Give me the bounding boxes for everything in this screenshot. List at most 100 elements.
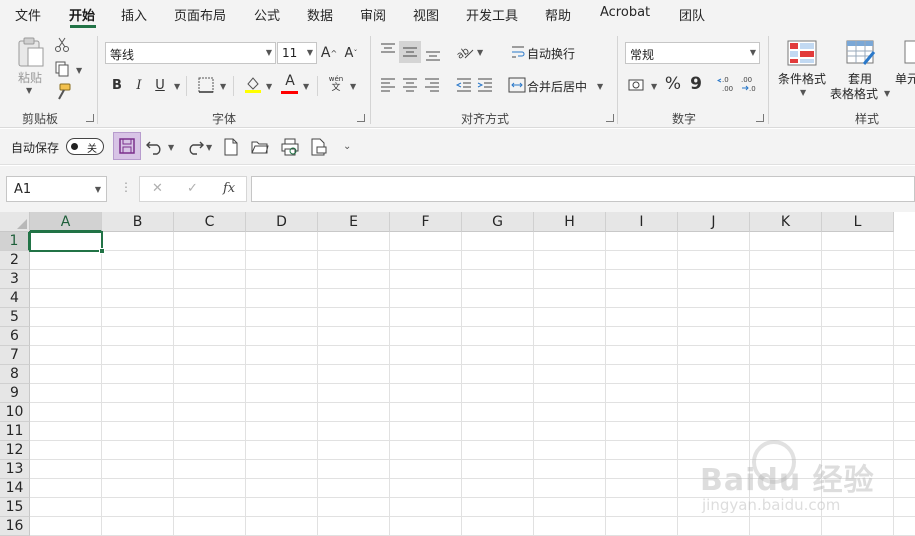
column-header-i[interactable]: I bbox=[606, 212, 678, 232]
font-color-icon[interactable]: A bbox=[281, 72, 299, 90]
font-size-select[interactable]: 11 ▼ bbox=[277, 42, 317, 64]
comma-style-button[interactable]: 9 bbox=[688, 74, 704, 94]
merge-dropdown-icon[interactable]: ▼ bbox=[597, 82, 603, 91]
enter-icon[interactable]: ✓ bbox=[187, 181, 198, 196]
font-color-dropdown-icon[interactable]: ▼ bbox=[303, 82, 309, 91]
grow-font-icon[interactable]: A ^ bbox=[320, 44, 338, 62]
row-header-7[interactable]: 7 bbox=[0, 346, 30, 365]
copy-dropdown-icon[interactable]: ▼ bbox=[76, 66, 82, 75]
column-header-b[interactable]: B bbox=[102, 212, 174, 232]
align-center-icon[interactable] bbox=[401, 77, 419, 93]
tab-data[interactable]: 数据 bbox=[307, 5, 333, 24]
undo-icon[interactable] bbox=[146, 139, 164, 155]
align-left-icon[interactable] bbox=[379, 77, 397, 93]
table-format-dropdown-icon[interactable]: ▼ bbox=[884, 89, 890, 98]
tab-page-layout[interactable]: 页面布局 bbox=[174, 5, 226, 24]
column-header-e[interactable]: E bbox=[318, 212, 390, 232]
paste-label[interactable]: 粘贴 bbox=[18, 69, 42, 86]
row-header-6[interactable]: 6 bbox=[0, 327, 30, 346]
cell-styles-icon[interactable] bbox=[904, 40, 915, 66]
conditional-dropdown-icon[interactable]: ▼ bbox=[800, 88, 806, 97]
copy-icon[interactable] bbox=[54, 61, 70, 77]
column-header-g[interactable]: G bbox=[462, 212, 534, 232]
paste-icon[interactable] bbox=[16, 36, 46, 68]
align-right-icon[interactable] bbox=[423, 77, 441, 93]
redo-dropdown-icon[interactable]: ▼ bbox=[206, 143, 212, 152]
merge-center-icon[interactable] bbox=[508, 76, 526, 94]
clipboard-launcher-icon[interactable] bbox=[86, 114, 94, 122]
redo-icon[interactable] bbox=[186, 139, 204, 155]
column-header-h[interactable]: H bbox=[534, 212, 606, 232]
conditional-format-button[interactable]: 条件格式 bbox=[778, 70, 826, 87]
print-icon[interactable] bbox=[311, 138, 327, 156]
insert-function-icon[interactable]: fx bbox=[223, 181, 235, 196]
column-header-l[interactable]: L bbox=[822, 212, 894, 232]
column-header-k[interactable]: K bbox=[750, 212, 822, 232]
alignment-launcher-icon[interactable] bbox=[606, 114, 614, 122]
column-header-d[interactable]: D bbox=[246, 212, 318, 232]
decrease-decimal-icon[interactable]: .00.0 bbox=[740, 74, 760, 94]
phonetic-dropdown-icon[interactable]: ▼ bbox=[350, 82, 356, 91]
row-header-1[interactable]: 1 bbox=[0, 232, 30, 251]
italic-button[interactable]: I bbox=[132, 76, 146, 94]
row-header-11[interactable]: 11 bbox=[0, 422, 30, 441]
row-header-2[interactable]: 2 bbox=[0, 251, 30, 270]
new-file-icon[interactable] bbox=[224, 138, 238, 156]
autosave-toggle[interactable]: 关 bbox=[66, 138, 104, 155]
cell-styles-button[interactable]: 单元 bbox=[895, 70, 915, 87]
row-header-14[interactable]: 14 bbox=[0, 479, 30, 498]
column-header-a[interactable]: A bbox=[30, 212, 102, 232]
align-middle-icon[interactable] bbox=[401, 44, 419, 60]
accounting-dropdown-icon[interactable]: ▼ bbox=[651, 82, 657, 91]
row-header-12[interactable]: 12 bbox=[0, 441, 30, 460]
tab-formulas[interactable]: 公式 bbox=[254, 5, 280, 24]
tab-help[interactable]: 帮助 bbox=[545, 5, 571, 24]
format-painter-icon[interactable] bbox=[54, 83, 72, 101]
underline-button[interactable]: U bbox=[153, 76, 167, 94]
row-header-16[interactable]: 16 bbox=[0, 517, 30, 536]
font-name-select[interactable]: 等线 ▼ bbox=[105, 42, 276, 64]
formula-input[interactable] bbox=[251, 176, 915, 202]
increase-indent-icon[interactable] bbox=[476, 77, 494, 93]
align-top-icon[interactable] bbox=[379, 42, 397, 58]
orientation-icon[interactable]: ab bbox=[455, 42, 475, 60]
drag-handle-icon[interactable]: ⋮ bbox=[120, 180, 132, 194]
tab-view[interactable]: 视图 bbox=[413, 5, 439, 24]
tab-home[interactable]: 开始 bbox=[69, 5, 95, 24]
cancel-icon[interactable]: ✕ bbox=[152, 181, 163, 196]
wrap-text-button[interactable]: 自动换行 bbox=[527, 45, 575, 62]
column-header-j[interactable]: J bbox=[678, 212, 750, 232]
borders-dropdown-icon[interactable]: ▼ bbox=[220, 82, 226, 91]
paste-dropdown-icon[interactable]: ▼ bbox=[26, 86, 32, 95]
tab-developer[interactable]: 开发工具 bbox=[466, 5, 518, 24]
column-header-f[interactable]: F bbox=[390, 212, 462, 232]
tab-review[interactable]: 审阅 bbox=[360, 5, 386, 24]
font-launcher-icon[interactable] bbox=[357, 114, 365, 122]
save-button[interactable] bbox=[113, 132, 141, 160]
number-format-select[interactable]: 常规 ▼ bbox=[625, 42, 760, 64]
row-header-9[interactable]: 9 bbox=[0, 384, 30, 403]
percent-button[interactable]: % bbox=[664, 74, 682, 94]
row-header-8[interactable]: 8 bbox=[0, 365, 30, 384]
bold-button[interactable]: B bbox=[110, 76, 124, 94]
merge-center-button[interactable]: 合并后居中 bbox=[527, 78, 587, 95]
orientation-dropdown-icon[interactable]: ▼ bbox=[477, 48, 483, 57]
tab-file[interactable]: 文件 bbox=[15, 5, 41, 24]
active-cell[interactable] bbox=[29, 231, 105, 254]
format-as-table-icon[interactable] bbox=[846, 40, 876, 66]
print-preview-icon[interactable] bbox=[281, 138, 299, 156]
row-header-3[interactable]: 3 bbox=[0, 270, 30, 289]
align-bottom-icon[interactable] bbox=[424, 46, 442, 62]
column-header-c[interactable]: C bbox=[174, 212, 246, 232]
increase-decimal-icon[interactable]: .0.00 bbox=[717, 74, 737, 94]
wrap-text-icon[interactable] bbox=[510, 44, 526, 60]
shrink-font-icon[interactable]: Aˇ bbox=[342, 44, 360, 62]
fill-handle[interactable] bbox=[99, 248, 105, 254]
cut-icon[interactable] bbox=[54, 37, 70, 53]
tab-team[interactable]: 团队 bbox=[679, 5, 705, 24]
borders-icon[interactable] bbox=[197, 76, 215, 94]
customize-qat-icon[interactable]: ⌄ bbox=[343, 141, 351, 152]
tab-insert[interactable]: 插入 bbox=[121, 5, 147, 24]
row-header-10[interactable]: 10 bbox=[0, 403, 30, 422]
select-all-button[interactable] bbox=[0, 212, 30, 232]
